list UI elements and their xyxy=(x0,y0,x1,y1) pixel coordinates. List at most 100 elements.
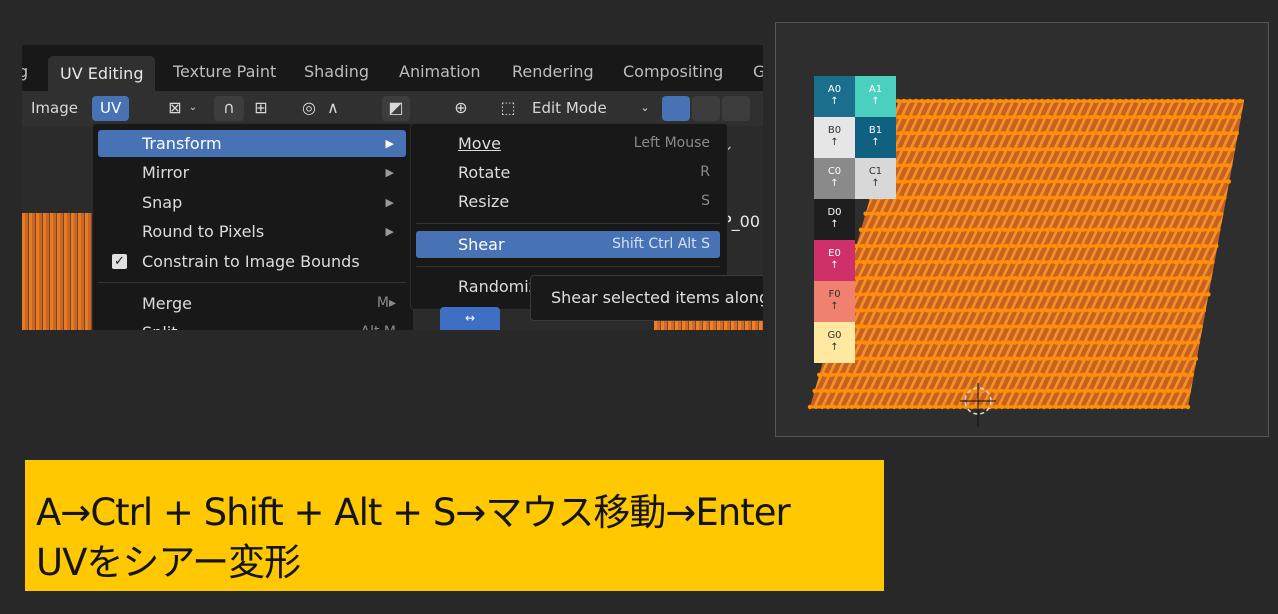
uv-vertex xyxy=(894,292,899,297)
uv-vertex xyxy=(959,356,965,361)
uv-vertex xyxy=(1180,195,1185,200)
uv-vertex xyxy=(1008,292,1013,297)
uv-vertex xyxy=(1090,275,1096,281)
tab-partial-right[interactable]: G xyxy=(753,62,763,81)
uv-vertex xyxy=(1046,388,1051,394)
uv-vertex xyxy=(1112,243,1117,249)
menu-item-mirror[interactable]: Mirror ▶ xyxy=(98,159,406,186)
uv-vertex xyxy=(1109,356,1115,361)
uv-vertex xyxy=(1075,372,1080,377)
tab-partial-left[interactable]: g xyxy=(22,62,28,81)
face-select-button[interactable] xyxy=(722,96,750,121)
uv-vertex xyxy=(959,211,964,216)
uv-vertex xyxy=(1119,259,1124,265)
uv-vertex xyxy=(1190,179,1196,184)
falloff-curve-icon[interactable]: ∧ xyxy=(322,97,344,119)
proportional-edit-icon[interactable]: ◎ xyxy=(298,97,320,119)
menu-item-transform[interactable]: Transform ▶ xyxy=(98,130,406,157)
uv-vertex xyxy=(934,275,940,281)
tab-rendering[interactable]: Rendering xyxy=(512,62,594,81)
uv-vertex xyxy=(1207,163,1212,168)
object-mode-icon[interactable]: ⊕ xyxy=(450,97,472,119)
uv-vertex xyxy=(1087,372,1092,377)
uv-vertex xyxy=(1080,292,1085,297)
uv-vertex xyxy=(1004,243,1009,249)
uv-vertex xyxy=(913,163,918,168)
edge-select-button[interactable] xyxy=(692,96,720,121)
checkbox-checked-icon[interactable]: ✓ xyxy=(112,254,127,269)
submenu-item-move[interactable]: Move Left Mouse xyxy=(416,130,720,157)
uv-vertex xyxy=(1100,179,1106,184)
uv-vertex xyxy=(1059,114,1064,120)
chevron-down-icon[interactable]: ⌄ xyxy=(634,97,656,119)
uv-vertex xyxy=(1042,195,1047,200)
uv-vertex xyxy=(1179,404,1185,410)
uv-vertex xyxy=(1059,404,1065,410)
uv-vertex xyxy=(1048,340,1053,345)
uv-vertex xyxy=(1186,340,1191,345)
tab-uv-editing[interactable]: UV Editing xyxy=(48,56,156,91)
snap-increment-icon[interactable]: ⊞ xyxy=(250,97,272,119)
uv-vertex xyxy=(902,179,908,184)
uv-vertex xyxy=(1028,179,1034,184)
uv-vertex xyxy=(1111,372,1116,377)
uv-vertex xyxy=(1037,356,1043,361)
uv-vertex xyxy=(1173,259,1178,265)
tab-animation[interactable]: Animation xyxy=(399,62,481,81)
uv-vertex xyxy=(1212,227,1218,233)
uv-vertex xyxy=(891,259,896,265)
menu-item-merge[interactable]: Merge M▸ xyxy=(98,290,406,317)
uv-vertex xyxy=(1217,211,1222,216)
uv-vertex xyxy=(977,147,983,152)
menu-item-split[interactable]: SplitAlt M xyxy=(98,319,406,330)
uv-vertex xyxy=(1128,227,1134,233)
uv-vertex xyxy=(910,275,916,281)
uv-vertex xyxy=(943,163,948,168)
vertex-select-button[interactable] xyxy=(662,96,690,121)
uv-vertex xyxy=(1176,292,1181,297)
menu-item-snap[interactable]: Snap ▶ xyxy=(98,189,406,216)
uv-vertex xyxy=(861,259,866,265)
uv-vertex xyxy=(1024,131,1029,136)
tab-texture-paint[interactable]: Texture Paint xyxy=(173,62,276,81)
mode-selector[interactable]: Edit Mode xyxy=(532,96,607,121)
menu-item-constrain-to-image-bounds[interactable]: ✓ Constrain to Image Bounds xyxy=(98,248,406,275)
uv-vertex xyxy=(1015,98,1021,104)
submenu-item-rotate[interactable]: Rotate R xyxy=(416,159,720,186)
uv-vertex xyxy=(993,259,998,265)
uv-vertex xyxy=(1198,195,1203,200)
menu-item-round-to-pixels[interactable]: Round to Pixels ▶ xyxy=(98,218,406,245)
image-menu[interactable]: Image xyxy=(31,96,78,121)
uv-vertex xyxy=(1185,259,1190,265)
uv-vertex xyxy=(1095,404,1101,410)
chevron-down-icon[interactable]: ⌄ xyxy=(182,97,204,119)
submenu-item-resize[interactable]: Resize S xyxy=(416,188,720,215)
uv-vertex xyxy=(895,98,901,104)
uv-vertex xyxy=(1118,324,1124,329)
uv-vertex xyxy=(991,163,996,168)
uv-vertex xyxy=(1165,308,1170,313)
uv-vertex xyxy=(1084,275,1090,281)
uv-vertex xyxy=(866,324,872,329)
uv-vertex xyxy=(1148,243,1153,249)
uv-vertex xyxy=(1044,227,1050,233)
tab-shading[interactable]: Shading xyxy=(304,62,369,81)
navigate-gizmo-button[interactable]: ↔ xyxy=(440,307,500,330)
uv-vertex xyxy=(1203,114,1208,120)
uv-vertex xyxy=(1075,98,1081,104)
uv-vertex xyxy=(1122,227,1128,233)
uv-vertex xyxy=(1130,179,1136,184)
uv-vertex xyxy=(1152,227,1158,233)
uv-vertex xyxy=(882,227,888,233)
submenu-item-shear[interactable]: Shear Shift Ctrl Alt S xyxy=(416,231,720,258)
uv-vertex xyxy=(1069,98,1075,104)
uv-vertex xyxy=(1129,98,1135,104)
uv-vertex xyxy=(1039,163,1044,168)
uv-vertex xyxy=(1142,243,1147,249)
uv-vertex xyxy=(927,259,932,265)
tab-compositing[interactable]: Compositing xyxy=(623,62,723,81)
uv-vertex xyxy=(911,147,917,152)
uv-menu[interactable]: UV xyxy=(92,96,130,121)
uv-vertex xyxy=(1105,372,1110,377)
uv-vertex xyxy=(1177,163,1182,168)
